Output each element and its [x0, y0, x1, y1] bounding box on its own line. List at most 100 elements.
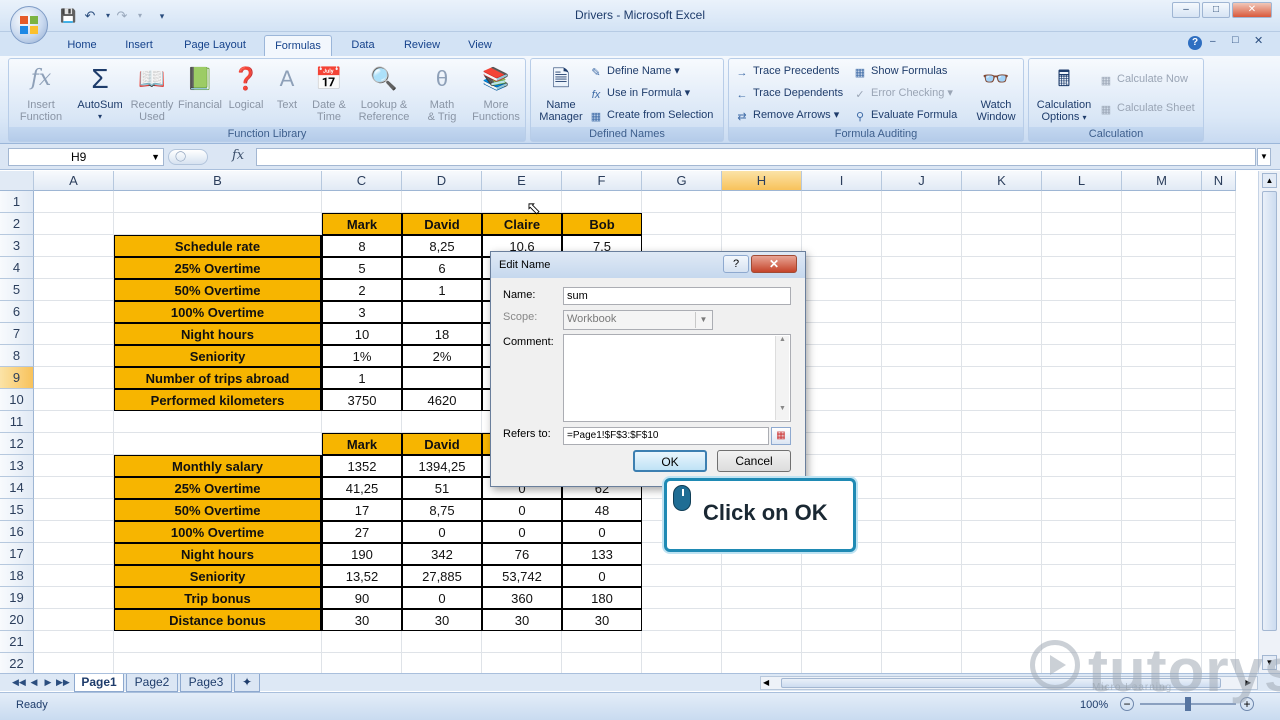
- cell-N4[interactable]: [1202, 257, 1236, 279]
- cell-L18[interactable]: [1042, 565, 1122, 587]
- cell-J20[interactable]: [882, 609, 962, 631]
- row-header-6[interactable]: 6: [0, 301, 34, 323]
- name-box-dropdown-icon[interactable]: ▼: [151, 149, 160, 165]
- cell-E22[interactable]: [482, 653, 562, 675]
- cell-I22[interactable]: [802, 653, 882, 675]
- value-cell[interactable]: 1%: [322, 345, 402, 367]
- row-header-2[interactable]: 2: [0, 213, 34, 235]
- tab-data[interactable]: Data: [340, 35, 386, 56]
- cell-N14[interactable]: [1202, 477, 1236, 499]
- row-label-cell[interactable]: Night hours: [114, 323, 322, 345]
- value-cell[interactable]: 48: [562, 499, 642, 521]
- cell-A9[interactable]: [34, 367, 114, 389]
- value-cell[interactable]: 27,885: [402, 565, 482, 587]
- select-all-corner[interactable]: [0, 171, 34, 191]
- value-cell[interactable]: 0: [562, 565, 642, 587]
- cell-M2[interactable]: [1122, 213, 1202, 235]
- cell-L1[interactable]: [1042, 191, 1122, 213]
- ok-button[interactable]: OK: [633, 450, 707, 472]
- value-cell[interactable]: 90: [322, 587, 402, 609]
- more-functions-button[interactable]: 📚 More Functions: [467, 63, 525, 123]
- cell-J10[interactable]: [882, 389, 962, 411]
- cell-K13[interactable]: [962, 455, 1042, 477]
- cell-N2[interactable]: [1202, 213, 1236, 235]
- cell-A7[interactable]: [34, 323, 114, 345]
- cell-B12[interactable]: [114, 433, 322, 455]
- comment-scroll-down-icon[interactable]: ▼: [776, 405, 789, 412]
- cell-J16[interactable]: [882, 521, 962, 543]
- cell-J15[interactable]: [882, 499, 962, 521]
- cell-K6[interactable]: [962, 301, 1042, 323]
- cell-G2[interactable]: [642, 213, 722, 235]
- cell-L5[interactable]: [1042, 279, 1122, 301]
- column-header-j[interactable]: J: [882, 171, 962, 191]
- use-in-formula-button[interactable]: fx Use in Formula ▾: [589, 85, 690, 101]
- cell-M13[interactable]: [1122, 455, 1202, 477]
- row-header-22[interactable]: 22: [0, 653, 34, 675]
- cell-A10[interactable]: [34, 389, 114, 411]
- cell-D21[interactable]: [402, 631, 482, 653]
- row-header-1[interactable]: 1: [0, 191, 34, 213]
- value-cell[interactable]: 1: [402, 279, 482, 301]
- cell-J13[interactable]: [882, 455, 962, 477]
- cell-N20[interactable]: [1202, 609, 1236, 631]
- math-trig-button[interactable]: θ Math & Trig: [417, 63, 467, 123]
- value-cell[interactable]: 190: [322, 543, 402, 565]
- value-cell[interactable]: [402, 367, 482, 389]
- tab-home[interactable]: Home: [58, 35, 106, 56]
- row-label-cell[interactable]: Trip bonus: [114, 587, 322, 609]
- row-header-15[interactable]: 15: [0, 499, 34, 521]
- cell-M3[interactable]: [1122, 235, 1202, 257]
- cell-A21[interactable]: [34, 631, 114, 653]
- row-label-cell[interactable]: 50% Overtime: [114, 499, 322, 521]
- cell-K15[interactable]: [962, 499, 1042, 521]
- cell-G18[interactable]: [642, 565, 722, 587]
- cell-J6[interactable]: [882, 301, 962, 323]
- cell-M15[interactable]: [1122, 499, 1202, 521]
- cell-A4[interactable]: [34, 257, 114, 279]
- cell-J1[interactable]: [882, 191, 962, 213]
- last-sheet-icon[interactable]: ▶▶: [56, 676, 70, 689]
- row-header-9[interactable]: 9: [0, 367, 34, 389]
- cell-A11[interactable]: [34, 411, 114, 433]
- first-sheet-icon[interactable]: ◀◀: [12, 676, 26, 689]
- cancel-button[interactable]: Cancel: [717, 450, 791, 472]
- cell-N12[interactable]: [1202, 433, 1236, 455]
- cell-I13[interactable]: [802, 455, 882, 477]
- table-header-cell[interactable]: Mark: [322, 433, 402, 455]
- cell-A2[interactable]: [34, 213, 114, 235]
- financial-button[interactable]: 📗 Financial: [175, 63, 225, 111]
- value-cell[interactable]: [402, 301, 482, 323]
- value-cell[interactable]: 1: [322, 367, 402, 389]
- close-window-button[interactable]: ✕: [1232, 2, 1272, 18]
- cell-K8[interactable]: [962, 345, 1042, 367]
- cell-N9[interactable]: [1202, 367, 1236, 389]
- calculation-options-button[interactable]: 🖩 Calculation Options ▾: [1031, 63, 1097, 124]
- value-cell[interactable]: 1394,25: [402, 455, 482, 477]
- cell-N18[interactable]: [1202, 565, 1236, 587]
- cell-M14[interactable]: [1122, 477, 1202, 499]
- row-label-cell[interactable]: 50% Overtime: [114, 279, 322, 301]
- cell-I7[interactable]: [802, 323, 882, 345]
- tab-page-layout[interactable]: Page Layout: [174, 35, 256, 56]
- cell-A18[interactable]: [34, 565, 114, 587]
- row-header-5[interactable]: 5: [0, 279, 34, 301]
- cell-L16[interactable]: [1042, 521, 1122, 543]
- cell-C11[interactable]: [322, 411, 402, 433]
- cell-G20[interactable]: [642, 609, 722, 631]
- cell-L11[interactable]: [1042, 411, 1122, 433]
- cell-J8[interactable]: [882, 345, 962, 367]
- name-box[interactable]: H9 ▼: [8, 148, 164, 166]
- cell-A12[interactable]: [34, 433, 114, 455]
- cell-G19[interactable]: [642, 587, 722, 609]
- cell-G21[interactable]: [642, 631, 722, 653]
- sheet-tab-page2[interactable]: Page2: [126, 674, 178, 692]
- cell-J11[interactable]: [882, 411, 962, 433]
- cell-L14[interactable]: [1042, 477, 1122, 499]
- cell-K1[interactable]: [962, 191, 1042, 213]
- value-cell[interactable]: 8,75: [402, 499, 482, 521]
- ribbon-restore-icon[interactable]: □: [1232, 34, 1239, 46]
- row-header-11[interactable]: 11: [0, 411, 34, 433]
- cell-B1[interactable]: [114, 191, 322, 213]
- cell-N19[interactable]: [1202, 587, 1236, 609]
